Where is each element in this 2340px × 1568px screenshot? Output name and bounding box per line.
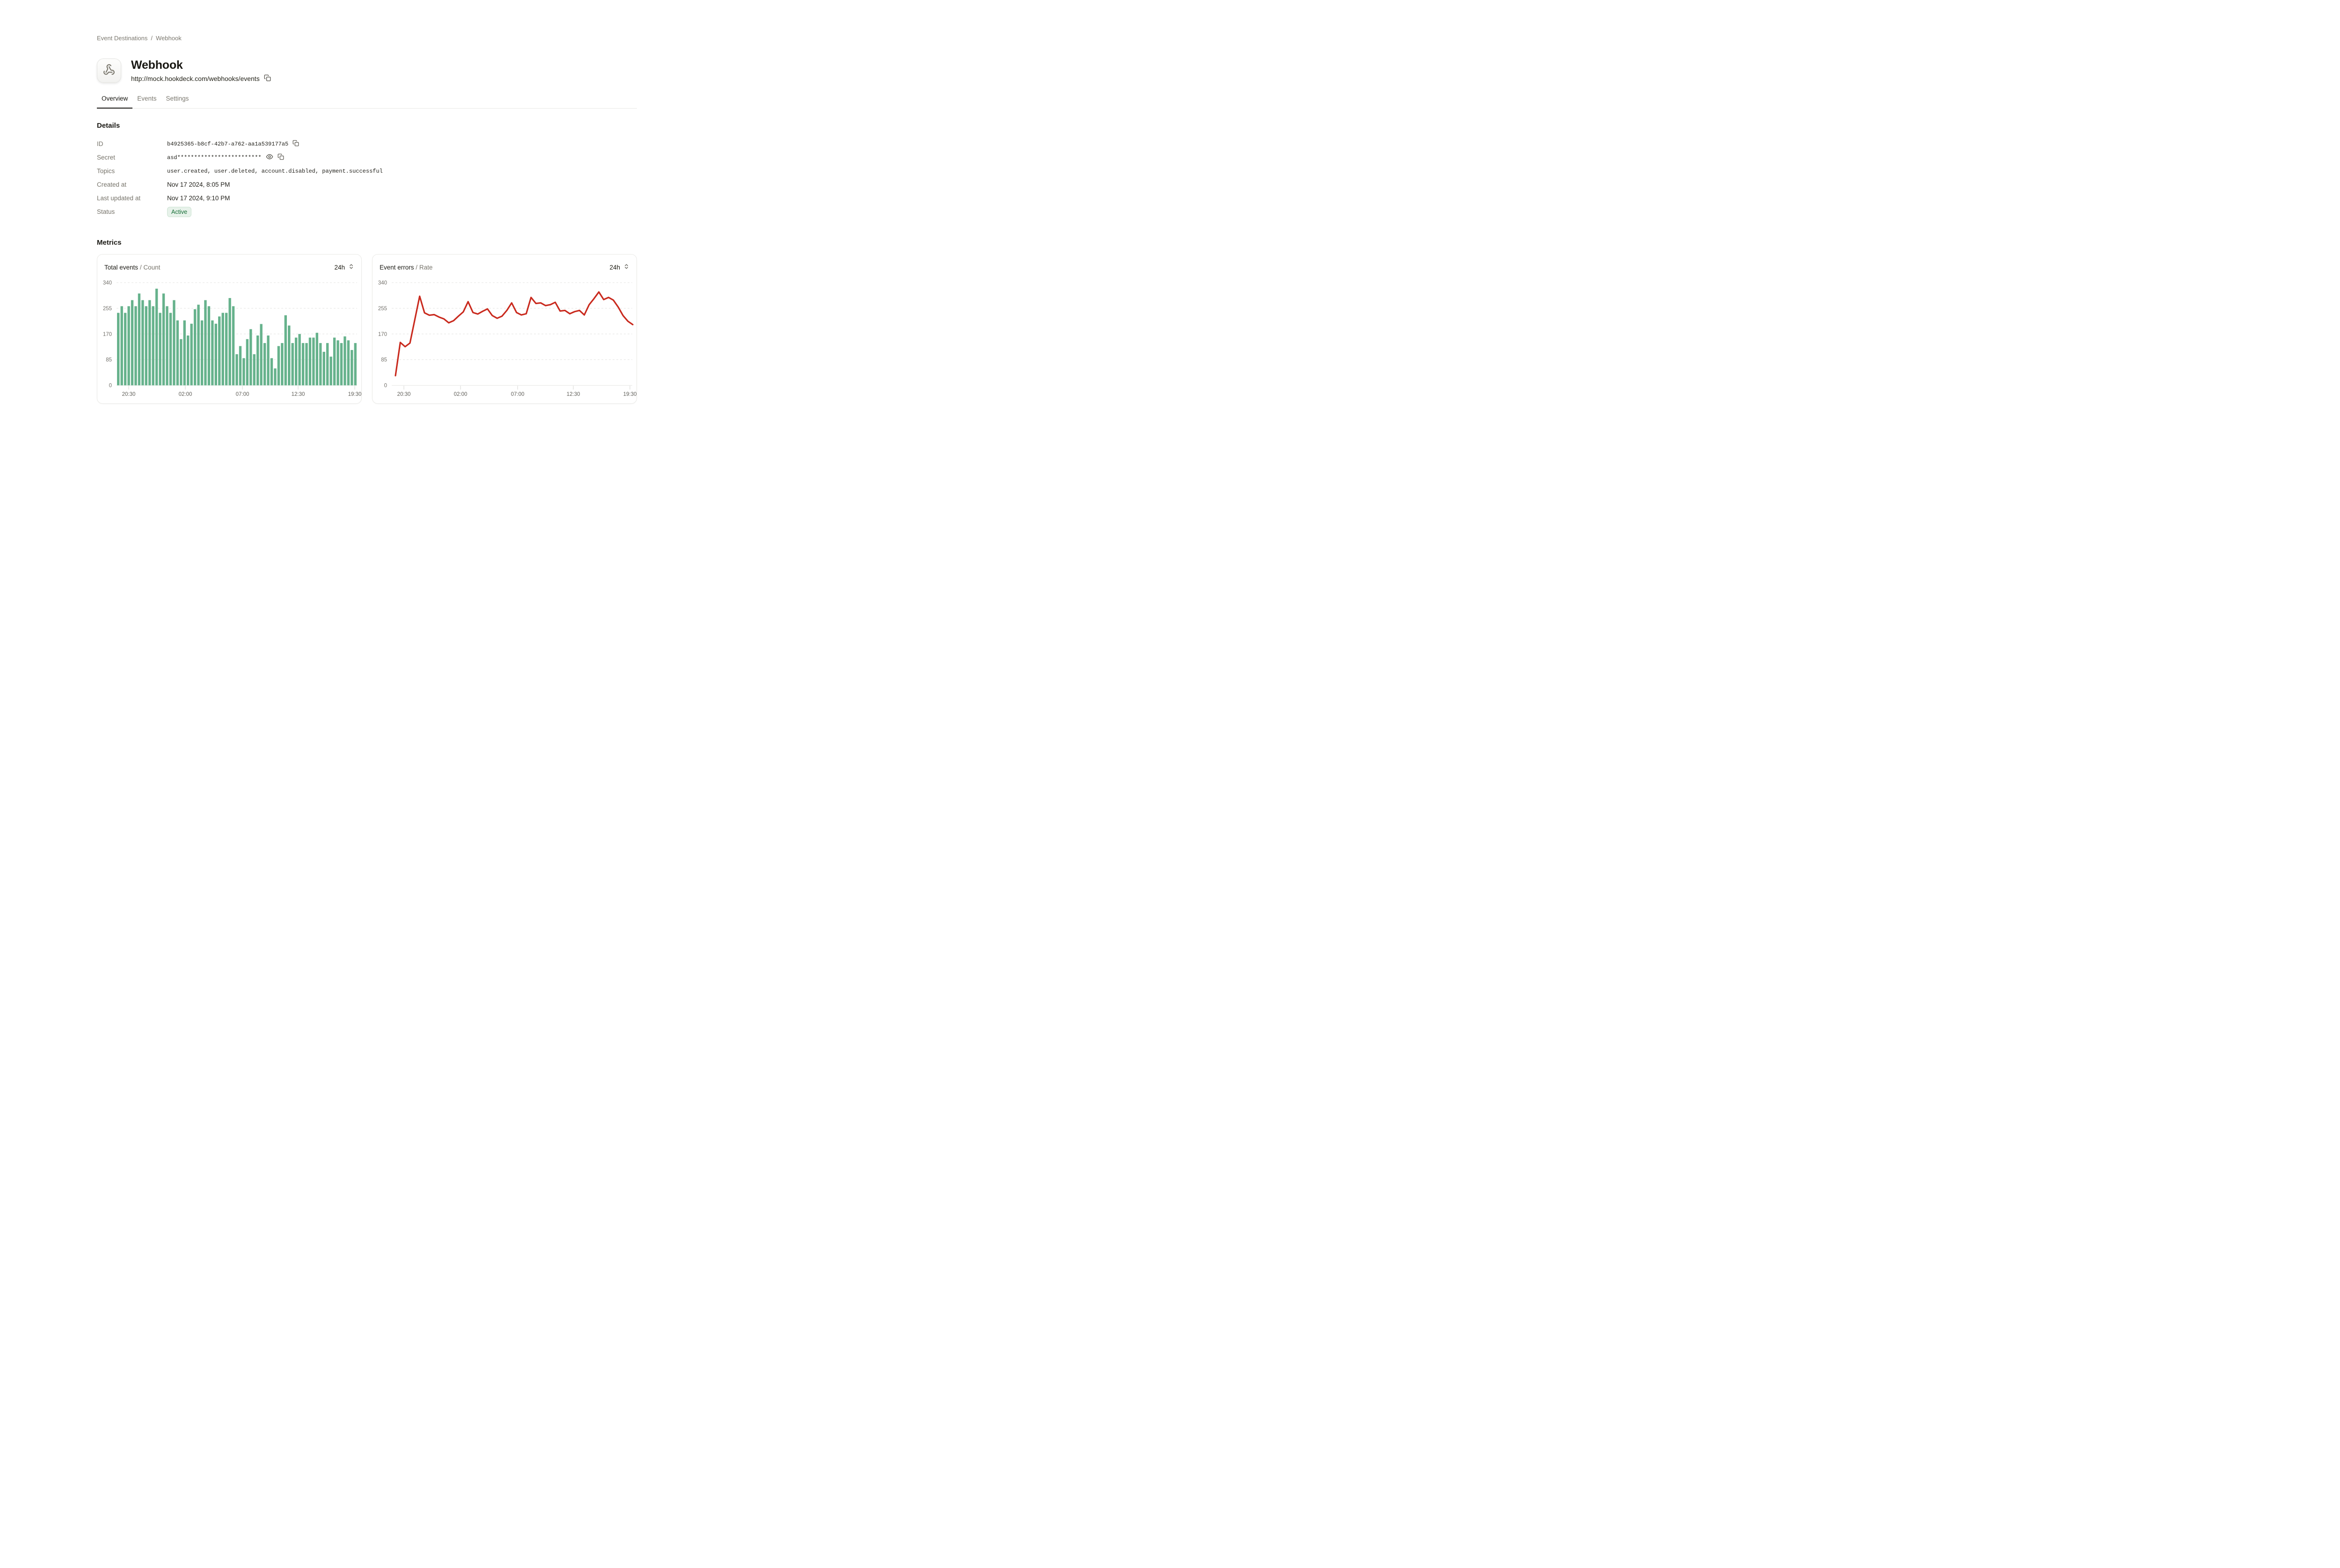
copy-icon [292,140,299,148]
range-value: 24h [334,264,345,271]
detail-row-updated-at: Last updated at Nov 17 2024, 9:10 PM [97,191,637,205]
detail-label-updated-at: Last updated at [97,195,167,202]
status-badge: Active [167,207,191,217]
page-header: Webhook http://mock.hookdeck.com/webhook… [97,58,637,83]
detail-row-id: ID b4925365-b8cf-42b7-a762-aa1a539177a5 [97,137,637,151]
svg-text:12:30: 12:30 [292,392,305,397]
svg-text:12:30: 12:30 [567,392,580,397]
svg-text:19:30: 19:30 [623,392,637,397]
details-section: Details ID b4925365-b8cf-42b7-a762-aa1a5… [97,122,637,219]
webhook-url-row: http://mock.hookdeck.com/webhooks/events [131,74,271,83]
total-events-bar-chart: 0 85 170 255 340 20:30 02:00 07:00 12:30 19:30 [97,255,362,404]
detail-label-created-at: Created at [97,181,167,188]
svg-text:85: 85 [106,357,112,363]
metric-cards: Total events / Count 24h 0 85 170 255 340 20:… [97,254,637,404]
svg-text:20:30: 20:30 [122,392,136,397]
svg-text:255: 255 [378,306,387,312]
detail-row-secret: Secret asd************************* [97,151,637,164]
webhook-secret-value: asd************************* [167,154,262,161]
eye-icon [266,153,273,162]
card-header: Total events / Count 24h [104,263,354,271]
card-title-separator: / [140,264,142,271]
webhook-topics-value: user.created, user.deleted, account.disa… [167,168,383,175]
breadcrumb-webhook[interactable]: Webhook [156,35,182,42]
card-header: Event errors / Rate 24h [380,263,629,271]
svg-text:340: 340 [103,280,112,286]
svg-text:20:30: 20:30 [397,392,411,397]
card-title: Total events / Count [104,264,160,271]
details-heading: Details [97,122,637,130]
metric-card-total-events: Total events / Count 24h 0 85 170 255 340 20:… [97,254,362,404]
svg-text:0: 0 [384,383,387,389]
svg-text:02:00: 02:00 [454,392,468,397]
detail-label-topics: Topics [97,168,167,175]
chevrons-up-down-icon [623,263,629,271]
tab-settings[interactable]: Settings [161,95,194,108]
detail-row-created-at: Created at Nov 17 2024, 8:05 PM [97,178,637,191]
copy-url-button[interactable] [264,74,271,83]
reveal-secret-button[interactable] [266,153,273,162]
range-selector[interactable]: 24h [334,263,354,271]
webhook-url: http://mock.hookdeck.com/webhooks/events [131,75,260,82]
event-errors-line-chart: 0 85 170 255 340 20:30 02:00 07:00 12:30 19:30 [373,255,637,404]
svg-text:0: 0 [109,383,112,389]
metrics-heading: Metrics [97,239,637,247]
webhook-icon [103,64,115,78]
detail-row-topics: Topics user.created, user.deleted, accou… [97,164,637,178]
tab-bar: Overview Events Settings [97,95,637,109]
svg-text:255: 255 [103,306,112,312]
chevrons-up-down-icon [348,263,354,271]
webhook-app-tile [97,58,121,83]
breadcrumb-event-destinations[interactable]: Event Destinations [97,35,147,42]
tab-events[interactable]: Events [132,95,161,108]
card-title-separator: / [416,264,417,271]
range-value: 24h [609,264,620,271]
breadcrumb-separator: / [151,35,153,42]
detail-row-status: Status Active [97,205,637,219]
copy-secret-button[interactable] [278,153,284,161]
webhook-id-value: b4925365-b8cf-42b7-a762-aa1a539177a5 [167,141,288,147]
svg-text:07:00: 07:00 [511,392,525,397]
breadcrumb: Event Destinations / Webhook [97,35,637,42]
svg-text:19:30: 19:30 [348,392,362,397]
copy-icon [264,74,271,83]
svg-text:170: 170 [103,332,112,337]
metrics-section: Metrics Total events / Count 24h [97,239,637,404]
svg-text:02:00: 02:00 [179,392,192,397]
detail-label-status: Status [97,208,167,215]
detail-label-id: ID [97,140,167,147]
page-header-text: Webhook http://mock.hookdeck.com/webhook… [131,58,271,83]
copy-icon [278,153,284,161]
card-title-main: Total events [104,264,138,271]
details-rows: ID b4925365-b8cf-42b7-a762-aa1a539177a5 [97,137,637,219]
page-container: Event Destinations / Webhook Webhook htt… [97,0,637,404]
page-title: Webhook [131,58,271,72]
svg-text:170: 170 [378,332,387,337]
svg-text:340: 340 [378,280,387,286]
svg-text:85: 85 [381,357,387,363]
copy-id-button[interactable] [292,140,299,148]
detail-label-secret: Secret [97,154,167,161]
created-at-value: Nov 17 2024, 8:05 PM [167,181,230,188]
metric-card-event-errors: Event errors / Rate 24h 0 85 170 255 340 20:3… [372,254,637,404]
range-selector[interactable]: 24h [609,263,629,271]
card-title-metric: Count [143,264,160,271]
tab-overview[interactable]: Overview [97,95,132,108]
card-title: Event errors / Rate [380,264,432,271]
card-title-main: Event errors [380,264,414,271]
updated-at-value: Nov 17 2024, 9:10 PM [167,195,230,202]
svg-text:07:00: 07:00 [236,392,249,397]
card-title-metric: Rate [419,264,433,271]
